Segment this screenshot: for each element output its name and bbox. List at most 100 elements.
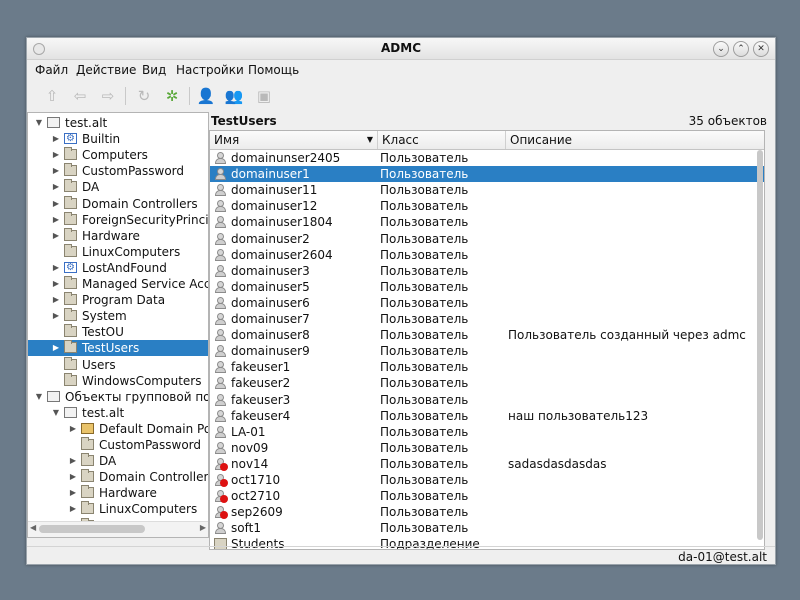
tree-item[interactable]: ▶ Hardware <box>28 227 208 244</box>
tree-item[interactable]: ▼ test.alt <box>28 115 208 131</box>
expand-arrow-icon[interactable]: ▶ <box>68 421 78 437</box>
scrollbar-thumb[interactable] <box>39 525 145 533</box>
up-arrow-icon[interactable]: ⇧ <box>41 85 63 107</box>
tree-horizontal-scrollbar[interactable]: ◀ ▶ <box>28 521 208 537</box>
expand-arrow-icon[interactable]: ▶ <box>51 340 61 356</box>
table-row[interactable]: domainuser2604 Пользователь <box>210 247 764 263</box>
table-row[interactable]: fakeuser1 Пользователь <box>210 359 764 375</box>
table-row[interactable]: domainuser11 Пользователь <box>210 182 764 198</box>
table-row[interactable]: fakeuser3 Пользователь <box>210 392 764 408</box>
column-header-name[interactable]: Имя ▼ <box>210 131 378 149</box>
tree-item[interactable]: ▶ System <box>28 308 208 324</box>
tree-item[interactable]: Users <box>28 356 208 373</box>
expand-arrow-icon[interactable]: ▶ <box>51 147 61 163</box>
table-row[interactable]: nov09 Пользователь <box>210 440 764 456</box>
table-row[interactable]: domainuser3 Пользователь <box>210 263 764 279</box>
table-row[interactable]: domainuser7 Пользователь <box>210 311 764 327</box>
maximize-icon[interactable]: ⌃ <box>733 41 749 57</box>
expand-arrow-icon[interactable]: ▶ <box>51 292 61 308</box>
expand-arrow-icon[interactable]: ▶ <box>51 228 61 244</box>
expand-arrow-icon[interactable]: ▶ <box>51 260 61 276</box>
ou-icon[interactable]: ▣ <box>253 85 275 107</box>
tree-item[interactable]: CustomPassword <box>28 437 208 453</box>
collapse-arrow-icon[interactable]: ▼ <box>51 405 61 421</box>
tree-item[interactable]: LinuxComputers <box>28 243 208 260</box>
table-row[interactable]: domainunser2405 Пользователь <box>210 150 764 166</box>
tree-item[interactable]: ▶ Domain Controllers <box>28 195 208 212</box>
expand-arrow-icon[interactable]: ▶ <box>51 276 61 292</box>
table-row[interactable]: nov14 Пользователь sadasdasdasdas <box>210 456 764 472</box>
scroll-right-icon[interactable]: ▶ <box>200 523 206 532</box>
expand-arrow-icon[interactable]: ▶ <box>51 179 61 195</box>
navigation-tree[interactable]: ▼ test.alt ▶ Builtin ▶ Computers ▶ CustomPasswo… <box>27 112 209 538</box>
table-row[interactable]: domainuser8 Пользователь Пользователь созд… <box>210 327 764 343</box>
table-row[interactable]: soft1 Пользователь <box>210 520 764 536</box>
tree-item[interactable]: ▶ Builtin <box>28 131 208 147</box>
tree-item[interactable]: ▶ DA <box>28 453 208 469</box>
connect-icon[interactable]: ✲ <box>161 85 183 107</box>
back-arrow-icon[interactable]: ⇦ <box>69 85 91 107</box>
tree-item[interactable]: ▶ LostAndFound <box>28 260 208 276</box>
minimize-icon[interactable]: ⌄ <box>713 41 729 57</box>
table-row[interactable]: domainuser9 Пользователь <box>210 343 764 359</box>
table-row[interactable]: fakeuser2 Пользователь <box>210 375 764 391</box>
expand-arrow-icon[interactable]: ▶ <box>68 485 78 501</box>
forward-arrow-icon[interactable]: ⇨ <box>97 85 119 107</box>
tree-item[interactable]: ▶ Domain Controllers <box>28 469 208 485</box>
tree-item[interactable]: ▶ Program Data <box>28 292 208 308</box>
tree-item[interactable]: WindowsComputers <box>28 372 208 389</box>
expand-arrow-icon[interactable]: ▶ <box>51 196 61 212</box>
tree-item[interactable]: ▶ CustomPassword <box>28 163 208 179</box>
tree-item[interactable]: ▶ Computers <box>28 147 208 163</box>
expand-arrow-icon[interactable]: ▶ <box>51 131 61 147</box>
expand-arrow-icon[interactable]: ▶ <box>51 308 61 324</box>
menu-view[interactable]: Вид <box>142 63 166 77</box>
column-header-class[interactable]: Класс <box>378 131 506 149</box>
tree-item[interactable]: ▶ LinuxComputers <box>28 501 208 517</box>
table-row[interactable]: domainuser12 Пользователь <box>210 198 764 214</box>
refresh-icon[interactable]: ↻ <box>133 85 155 107</box>
menu-settings[interactable]: Настройки <box>176 63 244 77</box>
user-icon <box>214 264 227 277</box>
tree-item[interactable]: TestOU <box>28 324 208 340</box>
table-row[interactable]: oct2710 Пользователь <box>210 488 764 504</box>
collapse-arrow-icon[interactable]: ▼ <box>34 389 44 405</box>
tree-item[interactable]: ▶ Managed Service Accounts <box>28 276 208 292</box>
table-row[interactable]: domainuser6 Пользователь <box>210 295 764 311</box>
table-row[interactable]: sep2609 Пользователь <box>210 504 764 520</box>
column-header-description[interactable]: Описание <box>506 131 764 149</box>
group-icon[interactable]: 👥 <box>223 85 245 107</box>
tree-item[interactable]: ▶ Hardware <box>28 485 208 501</box>
tree-item[interactable]: ▶ Default Domain Policy <box>28 421 208 437</box>
table-vertical-scrollbar[interactable] <box>756 150 764 549</box>
tree-item[interactable]: ▶ ForeignSecurityPrincipals <box>28 211 208 228</box>
tree-item[interactable]: ▼ Объекты групповой политики <box>28 389 208 405</box>
collapse-arrow-icon[interactable]: ▼ <box>34 115 44 131</box>
table-row[interactable]: domainuser1 Пользователь <box>210 166 764 183</box>
user-icon[interactable]: 👤 <box>195 85 217 107</box>
scrollbar-thumb[interactable] <box>757 150 763 540</box>
table-row[interactable]: fakeuser4 Пользователь наш пользователь123 <box>210 408 764 424</box>
close-icon[interactable]: ✕ <box>753 41 769 57</box>
expand-arrow-icon[interactable]: ▶ <box>51 163 61 179</box>
tree-item[interactable]: ▶ DA <box>28 179 208 195</box>
user-icon <box>214 200 227 213</box>
expand-arrow-icon[interactable]: ▶ <box>51 212 61 228</box>
expand-arrow-icon[interactable]: ▶ <box>68 501 78 517</box>
tree-item[interactable]: ▶ TestUsers <box>28 340 208 357</box>
menu-action[interactable]: Действие <box>76 63 136 77</box>
table-row[interactable]: oct1710 Пользователь <box>210 472 764 488</box>
menu-help[interactable]: Помощь <box>248 63 299 77</box>
menu-file[interactable]: Файл <box>35 63 68 77</box>
table-row[interactable]: domainuser5 Пользователь <box>210 279 764 295</box>
sort-desc-icon: ▼ <box>366 135 373 144</box>
expand-arrow-icon[interactable]: ▶ <box>68 469 78 485</box>
table-row[interactable]: LA-01 Пользователь <box>210 424 764 440</box>
tree-item[interactable]: ▼ test.alt <box>28 405 208 421</box>
user-icon <box>214 393 227 406</box>
table-row[interactable]: domainuser2 Пользователь <box>210 231 764 247</box>
ou-icon <box>64 243 77 257</box>
table-row[interactable]: domainuser1804 Пользователь <box>210 214 764 230</box>
expand-arrow-icon[interactable]: ▶ <box>68 453 78 469</box>
scroll-left-icon[interactable]: ◀ <box>30 523 36 532</box>
